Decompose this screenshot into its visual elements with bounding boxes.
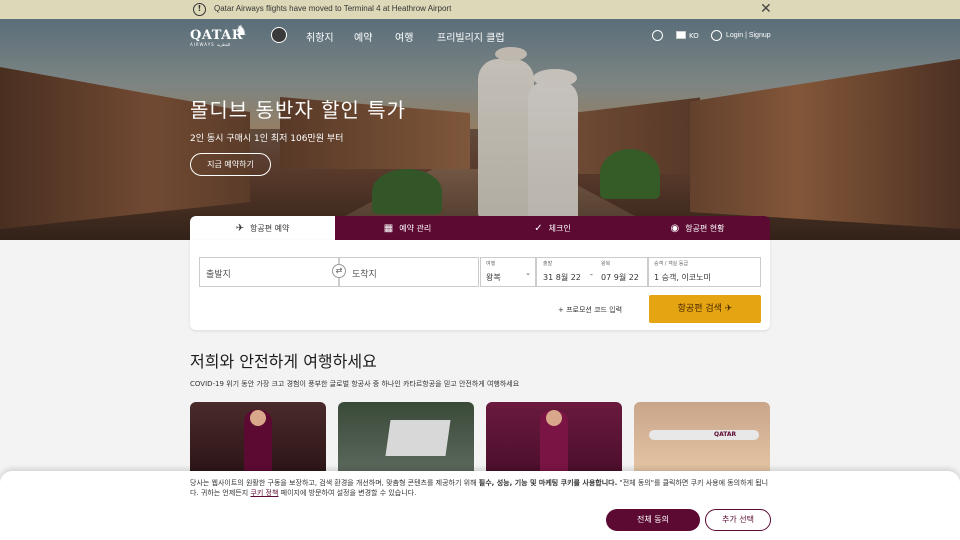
card-flight-attendant[interactable] [486,402,622,477]
date-picker[interactable]: 출발 31 8월 22 - 왕복 07 9월 22 [536,257,648,287]
from-field[interactable]: 출발지 [199,257,339,287]
swap-icon[interactable]: ⇄ [332,264,346,278]
cookie-banner: 당사는 웹사이트의 원활한 구동을 보장하고, 검색 환경을 개선하며, 맞춤형… [0,471,960,540]
to-field[interactable]: 도착지 [339,257,479,287]
korea-flag-icon[interactable] [676,31,686,39]
tab-manage-booking[interactable]: ▦ 예약 관리 [335,216,480,240]
card-cabin-crew[interactable] [190,402,326,477]
book-now-button[interactable]: 지금 예약하기 [190,153,271,176]
promo-code-link[interactable]: + 프로모션 코드 입력 [558,305,622,315]
section-subtitle: COVID-19 위기 동안 가장 크고 경험이 풍부한 글로벌 항공사 중 하… [190,380,520,388]
check-circle-icon: ✓ [534,222,543,234]
tab-label: 체크인 [548,223,571,233]
aircraft-image [649,430,759,440]
language-selector[interactable]: KO [689,32,699,40]
attendant-face [546,410,562,426]
return-value: 07 9월 22 [601,273,639,282]
section-title: 저희와 안전하게 여행하세요 [190,352,377,371]
nav-privilege-club[interactable]: 프리빌리지 클럽 [437,29,505,44]
close-icon[interactable]: ✕ [760,2,772,16]
calendar-icon: ▦ [383,222,394,234]
aircraft-livery-text: QATAR [714,431,737,438]
passengers-field[interactable]: 승객 / 객실 등급 1 승객, 이코노미 [648,257,761,287]
tab-flight-status[interactable]: ◉ 항공편 현황 [625,216,770,240]
return-label: 왕복 [601,261,611,267]
search-flights-label: 항공편 검색 [677,304,722,314]
cookie-policy-link[interactable]: 쿠키 정책 [250,489,278,497]
cookie-text: 당사는 웹사이트의 원활한 구동을 보장하고, 검색 환경을 개선하며, 맞춤형… [190,478,770,498]
tab-label: 항공편 예약 [250,223,290,233]
location-pin-icon: ◉ [670,222,680,234]
depart-value: 31 8월 22 [543,273,581,282]
trip-type-select[interactable]: 여행 왕복 ⌄ [480,257,536,287]
tab-label: 항공편 현황 [685,223,725,233]
plane-icon: ✈ [724,304,733,314]
booking-panel: 출발지 도착지 ⇄ 여행 왕복 ⌄ 출발 31 8월 22 - 왕복 07 9월… [190,240,770,330]
plane-icon: ✈ [235,222,245,234]
cookie-text-pre: 당사는 웹사이트의 원활한 구동을 보장하고, 검색 환경을 개선하며, 맞춤형… [190,479,479,487]
to-placeholder: 도착지 [352,270,377,280]
crew-face [250,410,266,426]
nav-travel[interactable]: 여행 [395,29,413,44]
cookie-text-bold: 필수, 성능, 기능 및 마케팅 쿠키를 사용합니다. [478,479,618,487]
trip-type-value: 왕복 [486,273,501,282]
hero-overlay [0,19,960,240]
user-icon[interactable] [711,30,722,41]
chevron-down-icon: ⌄ [525,269,531,277]
oryx-logo-icon: ♞ [235,23,248,39]
accept-all-button[interactable]: 전체 동의 [606,509,700,531]
announcement-bar: ! Qatar Airways flights have moved to Te… [0,0,960,19]
passengers-value: 1 승객, 이코노미 [654,273,711,282]
tab-label: 예약 관리 [399,223,432,233]
oneworld-icon[interactable] [271,27,287,43]
hero-subtitle: 2인 동시 구매시 1인 최저 106만원 부터 [190,134,344,144]
depart-label: 출발 [543,261,553,267]
more-options-button[interactable]: 추가 선택 [705,509,771,531]
laptop-image [385,420,451,456]
date-separator: - [590,270,593,279]
card-laptop[interactable] [338,402,474,477]
from-placeholder: 출발지 [206,270,231,280]
booking-tabs: ✈ 항공편 예약 ▦ 예약 관리 ✓ 체크인 ◉ 항공편 현황 [190,216,770,240]
search-flights-button[interactable]: 항공편 검색 ✈ [649,295,761,323]
info-icon: ! [193,3,206,16]
card-aircraft[interactable]: QATAR [634,402,770,477]
nav-destinations[interactable]: 취항지 [306,29,334,44]
hero-banner [0,19,960,240]
nav-book[interactable]: 예약 [354,29,372,44]
cookie-text-post: 페이지에 방문하여 설정을 변경할 수 있습니다. [278,489,417,497]
login-signup-link[interactable]: Login | Signup [726,32,771,39]
tab-check-in[interactable]: ✓ 체크인 [480,216,625,240]
hero-title: 몰디브 동반자 할인 특가 [190,98,407,122]
search-icon[interactable] [652,30,663,41]
passengers-label: 승객 / 객실 등급 [654,261,689,267]
tab-book-flight[interactable]: ✈ 항공편 예약 [190,216,335,240]
announcement-text[interactable]: Qatar Airways flights have moved to Term… [214,4,451,13]
trip-type-label: 여행 [486,261,496,267]
